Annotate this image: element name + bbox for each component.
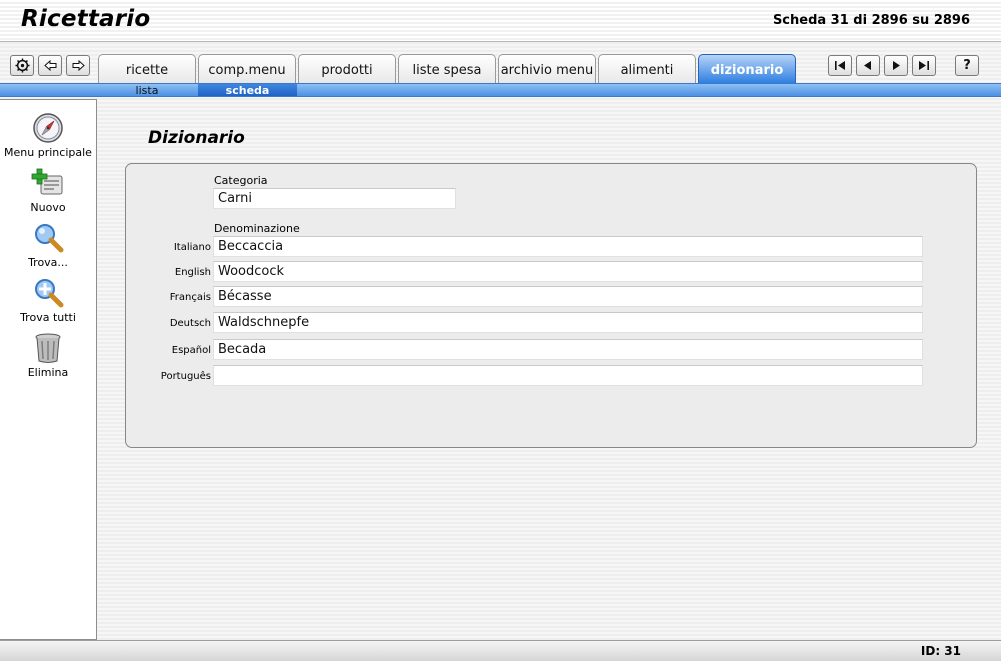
tab-alimenti[interactable]: alimenti bbox=[598, 54, 696, 83]
arrow-left-icon bbox=[43, 60, 56, 71]
sidebar-item-label: Menu principale bbox=[4, 146, 92, 159]
next-record-button[interactable] bbox=[884, 55, 908, 76]
status-footer: ID: 31 bbox=[0, 640, 1001, 661]
portuguese-name-field[interactable] bbox=[213, 365, 923, 386]
language-label-francais: Français bbox=[169, 292, 211, 303]
sidebar-item-label: Trova... bbox=[28, 256, 68, 269]
german-name-field[interactable]: Waldschnepfe bbox=[213, 312, 923, 333]
tab-prodotti[interactable]: prodotti bbox=[298, 54, 396, 83]
help-button[interactable]: ? bbox=[955, 55, 979, 76]
language-label-italiano: Italiano bbox=[173, 242, 211, 253]
page-title: Dizionario bbox=[148, 128, 245, 148]
sidebar-item-menu-principale[interactable]: Menu principale bbox=[0, 111, 96, 159]
previous-record-icon bbox=[864, 61, 871, 70]
subtab-scheda[interactable]: scheda bbox=[198, 84, 297, 97]
french-name-field[interactable]: Bécasse bbox=[213, 286, 923, 307]
record-id: ID: 31 bbox=[920, 644, 961, 658]
back-button[interactable] bbox=[38, 55, 62, 76]
record-status: Scheda 31 di 2896 su 2896 bbox=[772, 13, 970, 28]
category-label: Categoria bbox=[214, 174, 268, 187]
app-title: Ricettario bbox=[21, 6, 151, 32]
compass-icon bbox=[31, 111, 65, 145]
first-record-button[interactable] bbox=[828, 55, 852, 76]
sidebar-item-label: Trova tutti bbox=[20, 311, 76, 324]
subtab-lista[interactable]: lista bbox=[98, 84, 196, 97]
sidebar-item-trova-tutti[interactable]: Trova tutti bbox=[0, 276, 96, 324]
category-field[interactable]: Carni bbox=[213, 188, 456, 209]
forward-button[interactable] bbox=[66, 55, 90, 76]
settings-button[interactable] bbox=[10, 55, 34, 76]
gear-icon bbox=[14, 58, 30, 73]
tab-comp-menu[interactable]: comp.menu bbox=[198, 54, 296, 83]
english-name-field[interactable]: Woodcock bbox=[213, 261, 923, 282]
last-record-icon bbox=[919, 61, 929, 70]
arrow-right-icon bbox=[72, 60, 85, 71]
magnifier-plus-icon bbox=[31, 276, 65, 310]
dictionary-panel: Categoria Carni Denominazione Italiano B… bbox=[125, 163, 977, 448]
first-record-icon bbox=[835, 61, 845, 70]
sidebar-item-trova[interactable]: Trova... bbox=[0, 221, 96, 269]
language-label-deutsch: Deutsch bbox=[169, 318, 211, 329]
sidebar-item-label: Nuovo bbox=[30, 201, 66, 214]
sidebar: Menu principale Nuovo Trova... Trova tut… bbox=[0, 99, 97, 640]
trash-icon bbox=[31, 331, 65, 365]
denomination-label: Denominazione bbox=[214, 222, 300, 235]
tab-archivio-menu[interactable]: archivio menu bbox=[498, 54, 596, 83]
sub-tab-bar: lista scheda bbox=[0, 83, 1001, 97]
last-record-button[interactable] bbox=[912, 55, 936, 76]
add-record-icon bbox=[31, 166, 65, 200]
app-header: Ricettario Scheda 31 di 2896 su 2896 bbox=[0, 0, 1001, 42]
language-label-portugues: Português bbox=[160, 371, 211, 382]
previous-record-button[interactable] bbox=[856, 55, 880, 76]
italian-name-field[interactable]: Beccaccia bbox=[213, 236, 923, 257]
language-label-english: English bbox=[174, 267, 211, 278]
sidebar-item-nuovo[interactable]: Nuovo bbox=[0, 166, 96, 214]
language-label-espanol: Español bbox=[171, 345, 211, 356]
next-record-icon bbox=[893, 61, 900, 70]
sidebar-item-label: Elimina bbox=[27, 366, 69, 379]
spanish-name-field[interactable]: Becada bbox=[213, 339, 923, 360]
sidebar-item-elimina[interactable]: Elimina bbox=[0, 331, 96, 379]
magnifier-icon bbox=[31, 221, 65, 255]
tab-liste-spesa[interactable]: liste spesa bbox=[398, 54, 496, 83]
tab-dizionario[interactable]: dizionario bbox=[698, 54, 796, 83]
tab-ricette[interactable]: ricette bbox=[98, 54, 196, 83]
